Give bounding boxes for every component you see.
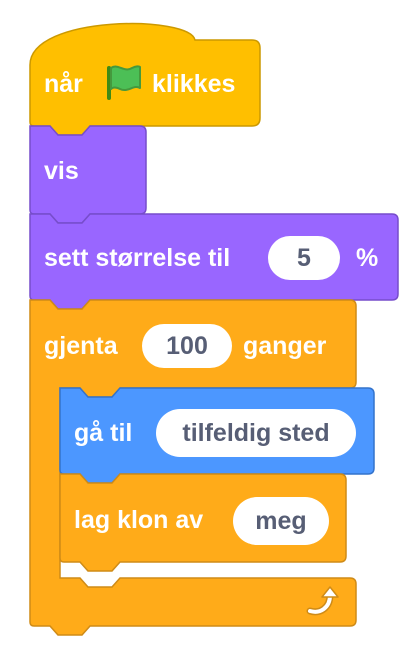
- set-size-label: sett størrelse til: [44, 244, 231, 272]
- repeat-count-input[interactable]: 100: [142, 324, 232, 368]
- create-clone-label: lag klon av: [74, 506, 204, 534]
- size-value-input[interactable]: 5: [268, 236, 340, 280]
- go-to-target-dropdown[interactable]: tilfeldig sted: [156, 409, 356, 457]
- loop-arrow-icon: [306, 586, 339, 616]
- hat-prefix-label: når: [44, 70, 83, 98]
- show-label: vis: [44, 157, 79, 185]
- green-flag-icon: [107, 65, 141, 100]
- repeat-suffix-label: ganger: [243, 332, 327, 360]
- repeat-label: gjenta: [44, 332, 118, 360]
- hat-suffix-label: klikkes: [152, 70, 236, 98]
- percent-label: %: [356, 244, 379, 272]
- go-to-label: gå til: [74, 419, 133, 447]
- clone-target-dropdown[interactable]: meg: [233, 497, 329, 545]
